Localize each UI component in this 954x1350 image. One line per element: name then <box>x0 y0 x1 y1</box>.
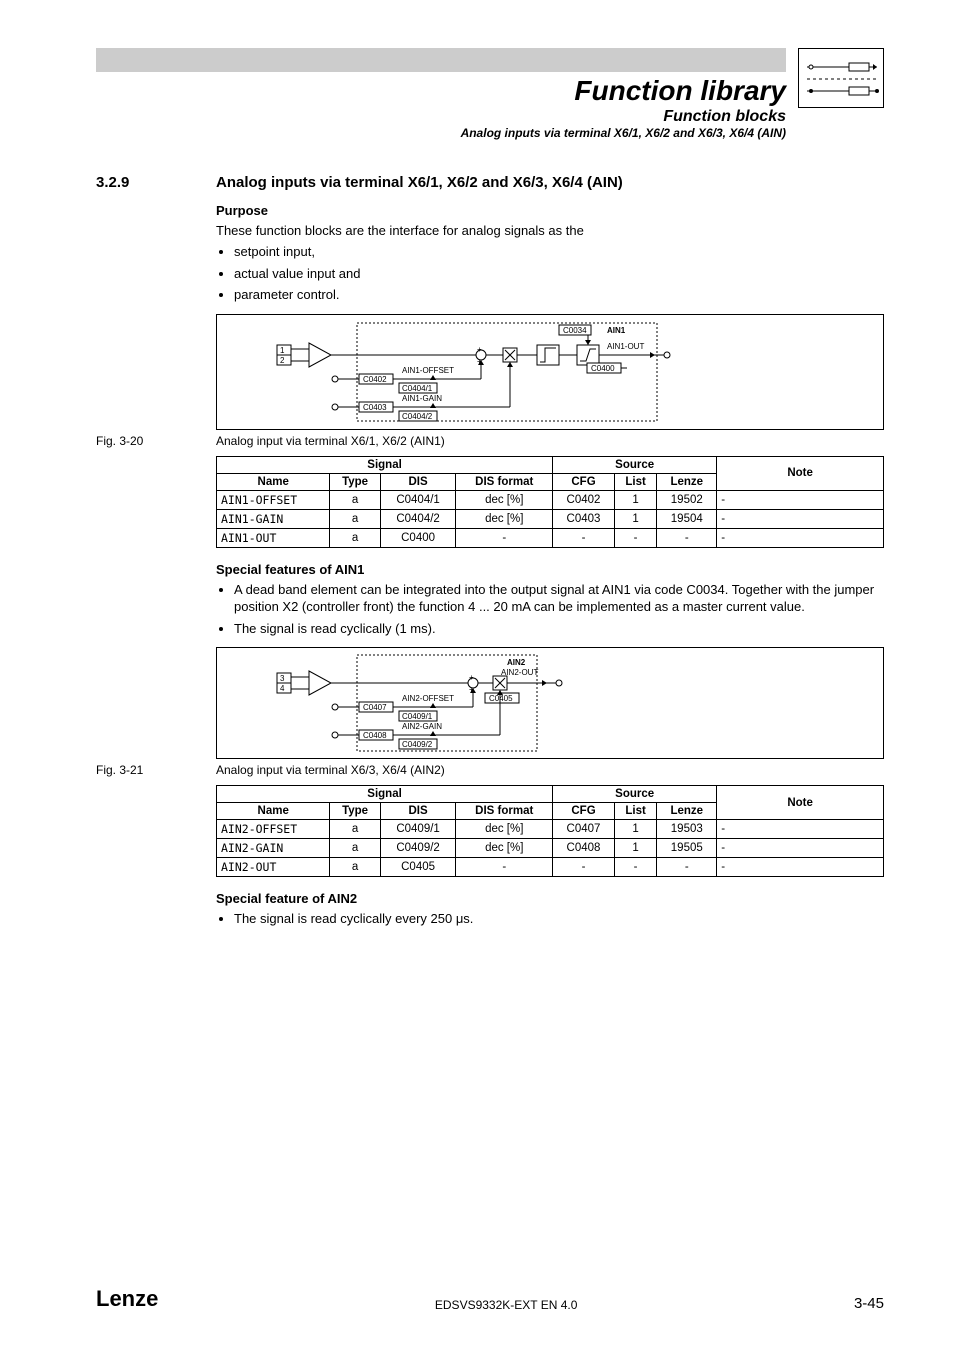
svg-text:1: 1 <box>280 346 285 355</box>
svg-text:C0409/1: C0409/1 <box>402 712 433 721</box>
svg-text:2: 2 <box>280 356 285 365</box>
figure-1-caption: Fig. 3-20 Analog input via terminal X6/1… <box>216 434 884 448</box>
special1-head: Special features of AIN1 <box>216 562 884 577</box>
svg-text:3: 3 <box>280 674 285 683</box>
special2-head: Special feature of AIN2 <box>216 891 884 906</box>
svg-text:C0407: C0407 <box>363 703 387 712</box>
header-titles: Function library Function blocks Analog … <box>96 48 798 140</box>
svg-text:4: 4 <box>280 684 285 693</box>
list-item: actual value input and <box>234 265 884 283</box>
brand-logo: Lenze <box>96 1286 158 1312</box>
signal-table-1: Signal Source Note Name Type DIS DIS for… <box>216 456 884 548</box>
fig-label: Fig. 3-21 <box>96 763 216 777</box>
purpose-intro: These function blocks are the interface … <box>216 222 884 240</box>
svg-text:AIN2: AIN2 <box>507 658 526 667</box>
doc-id: EDSVS9332K-EXT EN 4.0 <box>435 1298 578 1312</box>
svg-text:+: + <box>477 345 482 354</box>
page: Function library Function blocks Analog … <box>0 0 954 1350</box>
section-number: 3.2.9 <box>96 174 216 191</box>
content-body: Purpose These function blocks are the in… <box>216 203 884 928</box>
svg-text:AIN1-OFFSET: AIN1-OFFSET <box>402 366 454 375</box>
svg-text:C0403: C0403 <box>363 403 387 412</box>
title-small: Analog inputs via terminal X6/1, X6/2 an… <box>461 126 786 140</box>
table-row: AIN2-OFFSET a C0409/1 dec [%] C0407 1 19… <box>217 820 884 839</box>
svg-text:C0034: C0034 <box>563 326 587 335</box>
svg-text:AIN2-GAIN: AIN2-GAIN <box>402 722 442 731</box>
purpose-head: Purpose <box>216 203 884 218</box>
page-footer: Lenze EDSVS9332K-EXT EN 4.0 3-45 <box>96 1286 884 1312</box>
special2-list: The signal is read cyclically every 250 … <box>234 910 884 928</box>
svg-text:C0400: C0400 <box>591 364 615 373</box>
table-row: AIN1-GAIN a C0404/2 dec [%] C0403 1 1950… <box>217 509 884 528</box>
svg-text:AIN2-OFFSET: AIN2-OFFSET <box>402 694 454 703</box>
page-header: Function library Function blocks Analog … <box>96 48 884 140</box>
title-main: Function library <box>574 74 786 108</box>
svg-text:AIN1-OUT: AIN1-OUT <box>607 342 644 351</box>
signal-table-2: Signal Source Note Name Type DIS DIS for… <box>216 785 884 877</box>
svg-text:C0405: C0405 <box>489 694 513 703</box>
list-item: The signal is read cyclically (1 ms). <box>234 620 884 638</box>
list-item: setpoint input, <box>234 243 884 261</box>
diagram-ain2: 3 4 + + AIN2 AIN2-OUT C0405 <box>216 647 884 759</box>
function-block-icon <box>798 48 884 108</box>
svg-text:C0402: C0402 <box>363 375 387 384</box>
title-sub: Function blocks <box>663 108 786 126</box>
page-number: 3-45 <box>854 1295 884 1312</box>
list-item: The signal is read cyclically every 250 … <box>234 910 884 928</box>
table-row: AIN2-GAIN a C0409/2 dec [%] C0408 1 1950… <box>217 839 884 858</box>
purpose-list: setpoint input, actual value input and p… <box>234 243 884 304</box>
svg-text:AIN1-GAIN: AIN1-GAIN <box>402 394 442 403</box>
section-title: Analog inputs via terminal X6/1, X6/2 an… <box>216 174 884 191</box>
header-grey-bar <box>96 48 786 72</box>
table-row: AIN1-OUT a C0400 - - - - - <box>217 528 884 547</box>
fig-caption: Analog input via terminal X6/1, X6/2 (AI… <box>216 434 445 448</box>
section-heading: 3.2.9 Analog inputs via terminal X6/1, X… <box>96 174 884 191</box>
svg-text:+: + <box>469 673 474 682</box>
fig-label: Fig. 3-20 <box>96 434 216 448</box>
svg-text:C0409/2: C0409/2 <box>402 740 433 749</box>
svg-text:AIN2-OUT: AIN2-OUT <box>501 668 538 677</box>
svg-text:C0404/2: C0404/2 <box>402 412 433 421</box>
diagram-ain1: 1 2 + + <box>216 314 884 430</box>
special1-list: A dead band element can be integrated in… <box>234 581 884 638</box>
svg-text:C0408: C0408 <box>363 731 387 740</box>
svg-text:C0404/1: C0404/1 <box>402 384 433 393</box>
list-item: A dead band element can be integrated in… <box>234 581 884 616</box>
figure-2-caption: Fig. 3-21 Analog input via terminal X6/3… <box>216 763 884 777</box>
fig-caption: Analog input via terminal X6/3, X6/4 (AI… <box>216 763 445 777</box>
svg-text:AIN1: AIN1 <box>607 326 626 335</box>
table-row: AIN2-OUT a C0405 - - - - - <box>217 858 884 877</box>
table-row: AIN1-OFFSET a C0404/1 dec [%] C0402 1 19… <box>217 490 884 509</box>
list-item: parameter control. <box>234 286 884 304</box>
